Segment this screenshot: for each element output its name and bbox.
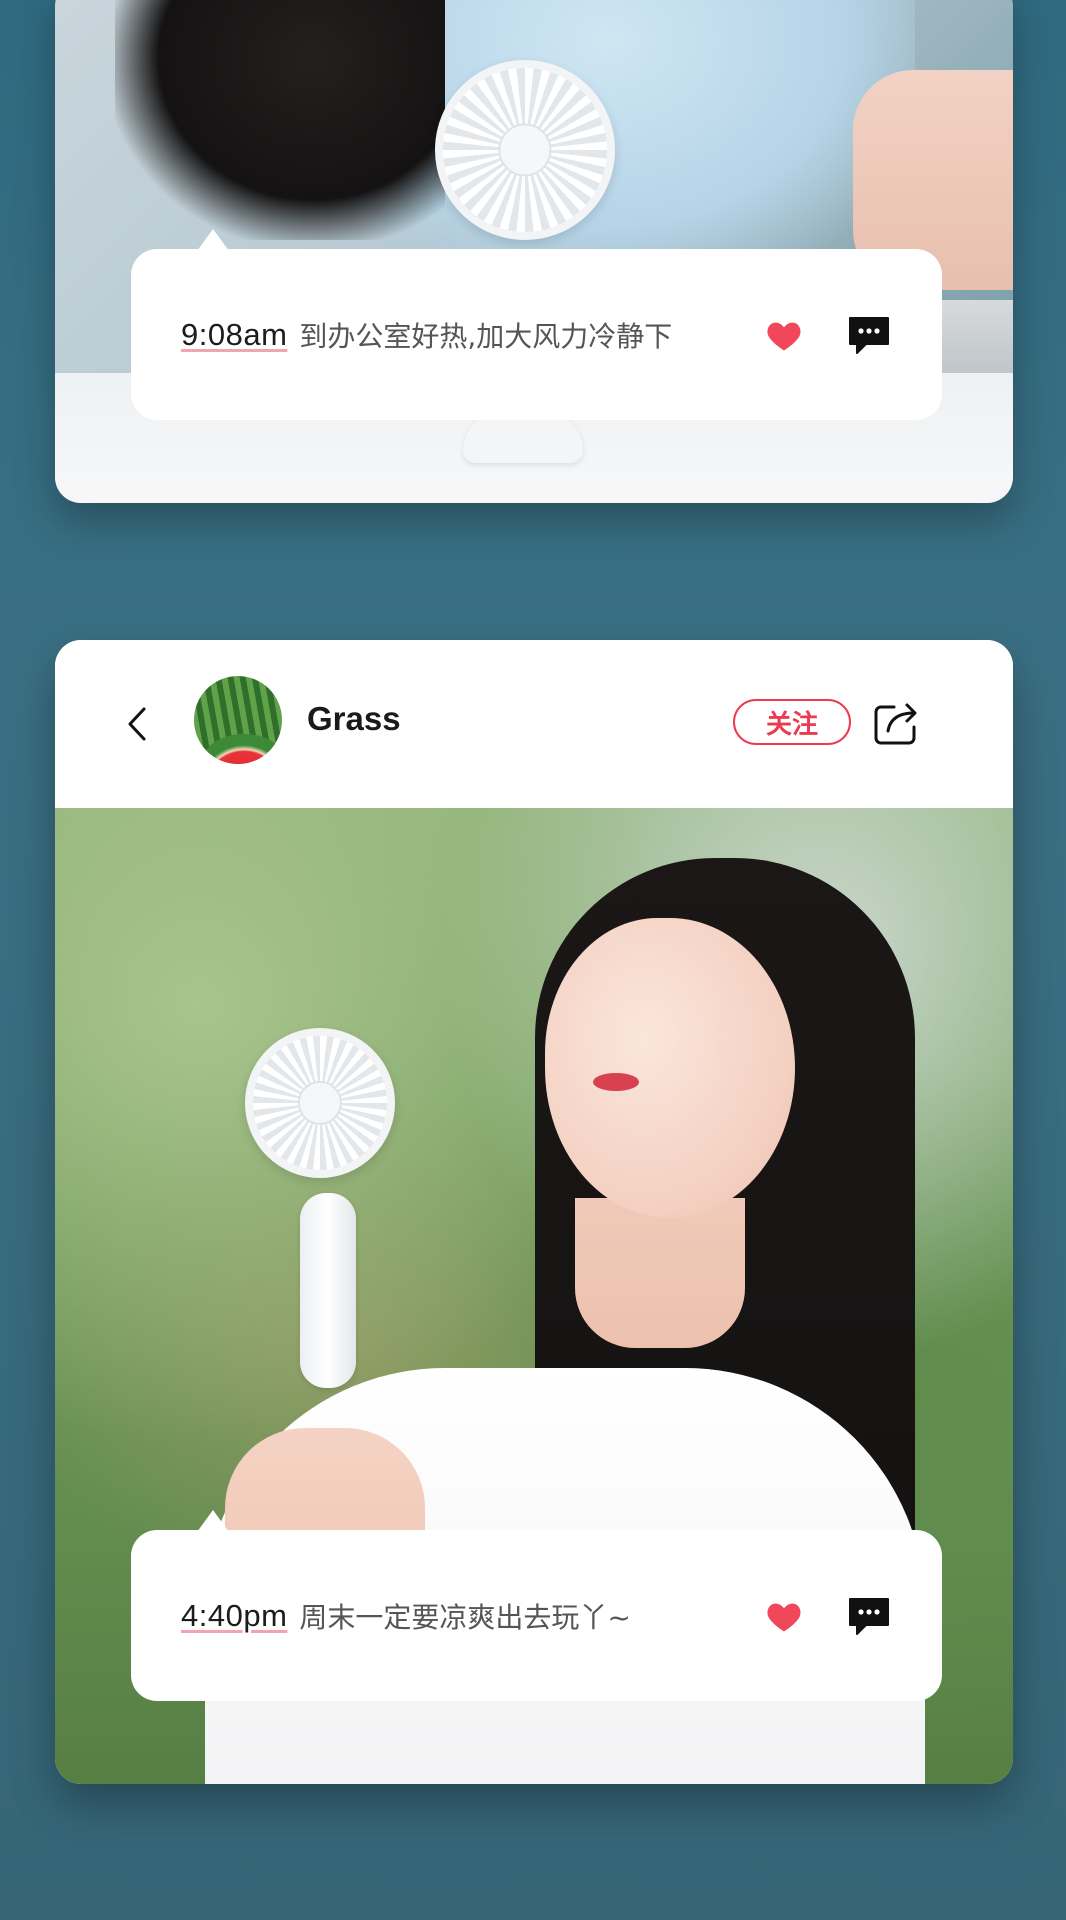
- share-button[interactable]: [871, 698, 923, 748]
- comment-icon: [849, 316, 889, 354]
- back-button[interactable]: [122, 702, 152, 746]
- photo-hair: [115, 0, 445, 240]
- fan-base-image: [463, 413, 583, 463]
- share-icon: [874, 703, 917, 745]
- page: 9:08am 到办公室好热,加大风力冷静下 Grass 关注 4:40pm 周末…: [0, 0, 1066, 1920]
- like-button[interactable]: [764, 317, 804, 353]
- photo-lips: [593, 1073, 639, 1091]
- post-time: 9:08am: [181, 316, 288, 352]
- caption-bubble: 4:40pm 周末一定要凉爽出去玩丫~: [131, 1510, 942, 1701]
- like-button[interactable]: [764, 1598, 804, 1634]
- post-caption: 到办公室好热,加大风力冷静下: [299, 319, 673, 353]
- comment-button[interactable]: [846, 314, 892, 356]
- comment-button[interactable]: [846, 1595, 892, 1637]
- caption-bubble: 9:08am 到办公室好热,加大风力冷静下: [131, 229, 942, 420]
- avatar[interactable]: [194, 676, 282, 764]
- fan-image: [435, 60, 615, 240]
- post-header: Grass 关注: [55, 640, 1013, 808]
- comment-icon: [849, 1597, 889, 1635]
- follow-button[interactable]: 关注: [733, 699, 851, 745]
- fan-image: [245, 1028, 395, 1178]
- heart-icon: [767, 322, 801, 350]
- chevron-left-icon: [128, 707, 146, 741]
- heart-icon: [767, 1603, 801, 1631]
- post-caption: 周末一定要凉爽出去玩丫~: [299, 1600, 631, 1634]
- fan-handle-image: [300, 1193, 356, 1388]
- photo-neck: [575, 1198, 745, 1348]
- post-time: 4:40pm: [181, 1597, 288, 1633]
- username[interactable]: Grass: [307, 700, 401, 738]
- photo-face: [545, 918, 795, 1218]
